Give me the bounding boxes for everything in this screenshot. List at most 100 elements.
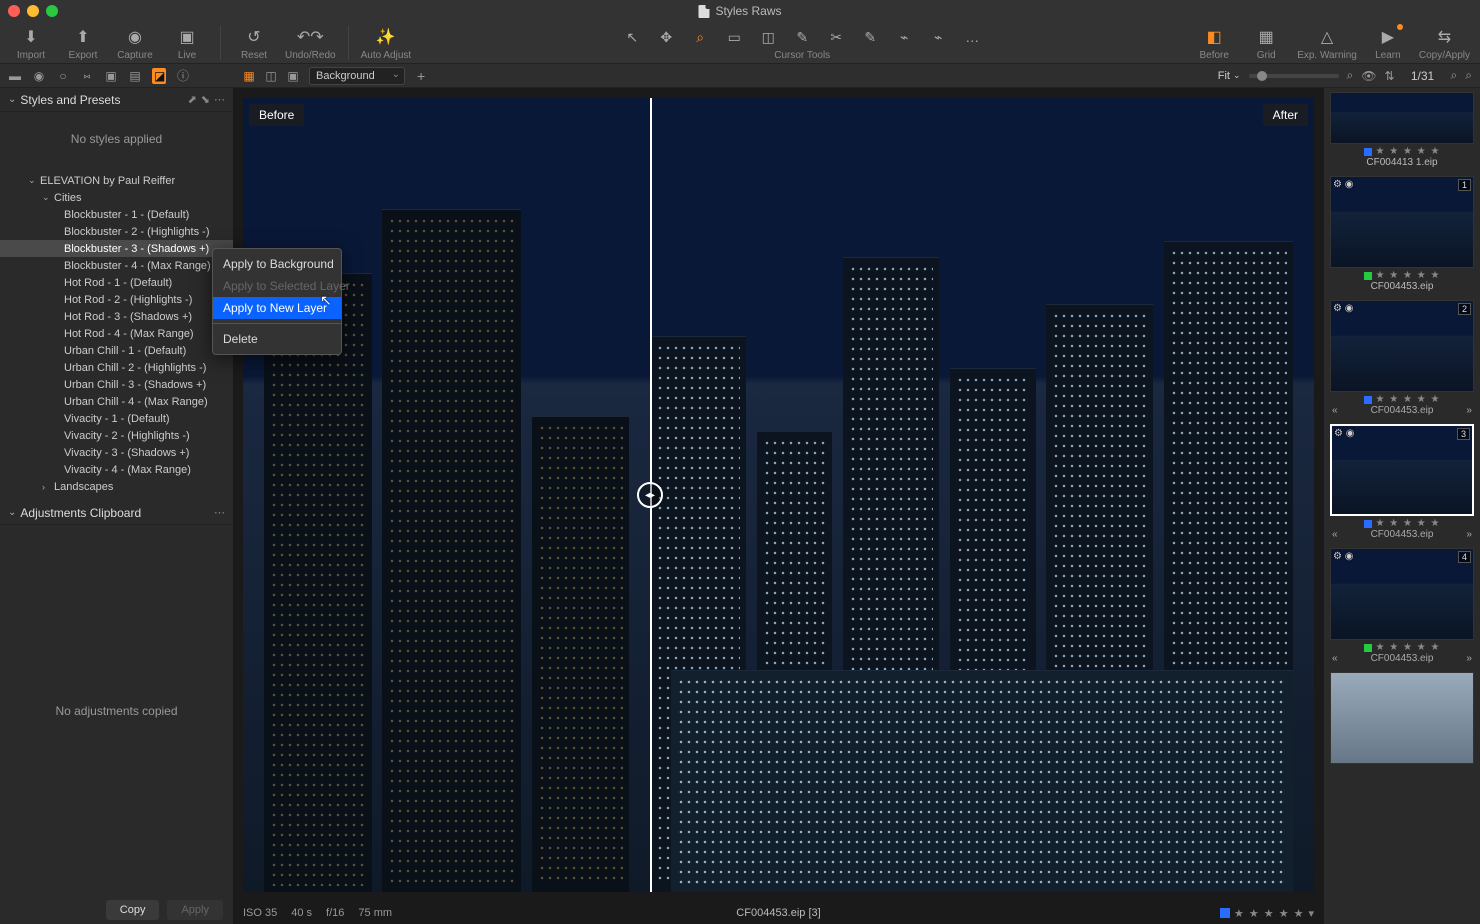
- style-item[interactable]: Blockbuster - 2 - (Highlights -): [0, 223, 233, 240]
- tool-tab-4[interactable]: ▣: [104, 69, 118, 83]
- minimize-window-button[interactable]: [27, 5, 39, 17]
- thumbnail-image[interactable]: [1330, 92, 1474, 144]
- thumb-rating-row[interactable]: ★ ★ ★ ★ ★: [1330, 146, 1474, 157]
- thumbnail[interactable]: 2⚙ ◉★ ★ ★ ★ ★«CF004453.eip»: [1330, 300, 1474, 416]
- disclosure-icon[interactable]: ›: [42, 482, 50, 492]
- style-item[interactable]: Hot Rod - 3 - (Shadows +): [0, 308, 233, 325]
- layer-dropdown[interactable]: Background: [309, 67, 405, 85]
- disclosure-icon[interactable]: ⌄: [42, 192, 50, 203]
- thumb-rating-row[interactable]: ★ ★ ★ ★ ★: [1330, 642, 1474, 653]
- panel-menu-icon[interactable]: ⋯: [214, 506, 225, 519]
- thumbnail-image[interactable]: 3⚙ ◉: [1330, 424, 1474, 516]
- tool-tab-7[interactable]: ⓘ: [176, 67, 190, 84]
- style-item[interactable]: Vivacity - 1 - (Default): [0, 410, 233, 427]
- star-rating[interactable]: ★ ★ ★ ★ ★: [1376, 394, 1441, 405]
- autoadjust-button[interactable]: ✨Auto Adjust: [361, 26, 412, 61]
- style-item[interactable]: Urban Chill - 1 - (Default): [0, 342, 233, 359]
- thumbnail-image[interactable]: 1⚙ ◉: [1330, 176, 1474, 268]
- sort-icon[interactable]: ⇅: [1384, 69, 1394, 83]
- capture-button[interactable]: ◉Capture: [114, 26, 156, 61]
- proof-view-icon[interactable]: 👁: [1361, 69, 1376, 83]
- tool-tab-5[interactable]: ▤: [128, 69, 142, 83]
- style-item[interactable]: Hot Rod - 4 - (Max Range): [0, 325, 233, 342]
- prev-variant-icon[interactable]: «: [1332, 653, 1338, 664]
- cursor-tool-4[interactable]: ◫: [757, 26, 779, 48]
- tool-tab-1[interactable]: ◉: [32, 69, 46, 83]
- undoredo-button[interactable]: ↶↷Undo/Redo: [285, 26, 336, 61]
- expwarn-button[interactable]: △Exp. Warning: [1297, 26, 1357, 61]
- tool-tab-3[interactable]: ⑅: [80, 69, 94, 83]
- cursor-tool-10[interactable]: …: [961, 26, 983, 48]
- star-rating[interactable]: ★ ★ ★ ★ ★: [1376, 518, 1441, 529]
- style-item[interactable]: Vivacity - 4 - (Max Range): [0, 461, 233, 478]
- learn-button[interactable]: ▶Learn: [1367, 26, 1409, 61]
- view-mode-2[interactable]: ▣: [285, 68, 301, 84]
- cursor-tool-6[interactable]: ✂: [825, 26, 847, 48]
- cursor-tool-5[interactable]: ✎: [791, 26, 813, 48]
- browser-search-icon[interactable]: ⌕: [1451, 68, 1458, 83]
- style-item[interactable]: Urban Chill - 3 - (Shadows +): [0, 376, 233, 393]
- prev-variant-icon[interactable]: «: [1332, 529, 1338, 540]
- maximize-window-button[interactable]: [46, 5, 58, 17]
- cursor-tool-1[interactable]: ✥: [655, 26, 677, 48]
- zoom-search-icon[interactable]: ⌕: [1347, 68, 1354, 83]
- disclosure-icon[interactable]: ⌄: [28, 175, 36, 186]
- tool-tab-2[interactable]: ○: [56, 69, 70, 83]
- apply-button[interactable]: Apply: [167, 900, 223, 920]
- before-button[interactable]: ◧Before: [1193, 26, 1235, 61]
- import-button[interactable]: ⬇Import: [10, 26, 52, 61]
- reset-button[interactable]: ↺Reset: [233, 26, 275, 61]
- star-rating[interactable]: ★ ★ ★ ★ ★: [1376, 270, 1441, 281]
- cursor-tool-7[interactable]: ✎: [859, 26, 881, 48]
- cursor-tool-2[interactable]: ⌕: [689, 26, 711, 48]
- style-item[interactable]: Hot Rod - 1 - (Default): [0, 274, 233, 291]
- style-item[interactable]: Blockbuster - 1 - (Default): [0, 206, 233, 223]
- thumb-rating-row[interactable]: ★ ★ ★ ★ ★: [1330, 518, 1474, 529]
- color-tag[interactable]: [1220, 908, 1230, 918]
- star-rating[interactable]: ★ ★ ★ ★ ★: [1376, 642, 1441, 653]
- star-rating[interactable]: ★ ★ ★ ★ ★: [1376, 146, 1441, 157]
- collapse-icon[interactable]: ⌄: [8, 94, 16, 105]
- tool-tab-0[interactable]: ▬: [8, 69, 22, 83]
- grid-button[interactable]: ▦Grid: [1245, 26, 1287, 61]
- style-item[interactable]: Blockbuster - 4 - (Max Range): [0, 257, 233, 274]
- thumbnail[interactable]: 1⚙ ◉★ ★ ★ ★ ★CF004453.eip: [1330, 176, 1474, 292]
- zoom-slider[interactable]: [1249, 74, 1339, 78]
- style-item[interactable]: Vivacity - 3 - (Shadows +): [0, 444, 233, 461]
- thumbnail[interactable]: 4⚙ ◉★ ★ ★ ★ ★«CF004453.eip»: [1330, 548, 1474, 664]
- color-tag[interactable]: [1364, 396, 1372, 404]
- thumbnail[interactable]: [1330, 672, 1474, 764]
- panel-menu-icon[interactable]: ⋯: [214, 93, 225, 106]
- style-item[interactable]: Urban Chill - 4 - (Max Range): [0, 393, 233, 410]
- collapse-icon[interactable]: ⌄: [8, 507, 16, 518]
- image-canvas[interactable]: Before After ◂▸: [243, 98, 1314, 892]
- live-button[interactable]: ▣Live: [166, 26, 208, 61]
- style-item[interactable]: Urban Chill - 2 - (Highlights -): [0, 359, 233, 376]
- view-mode-0[interactable]: ▦: [241, 68, 257, 84]
- thumb-rating-row[interactable]: ★ ★ ★ ★ ★: [1330, 394, 1474, 405]
- cursor-tool-8[interactable]: ⌁: [893, 26, 915, 48]
- color-tag[interactable]: [1364, 644, 1372, 652]
- thumbnail-image[interactable]: [1330, 672, 1474, 764]
- cursor-tool-9[interactable]: ⌁: [927, 26, 949, 48]
- cursor-tool-3[interactable]: ▭: [723, 26, 745, 48]
- copy-button[interactable]: Copy: [106, 900, 160, 920]
- next-variant-icon[interactable]: »: [1466, 529, 1472, 540]
- tool-tab-6[interactable]: ◪: [152, 68, 166, 84]
- next-variant-icon[interactable]: »: [1466, 405, 1472, 416]
- thumbnail[interactable]: 3⚙ ◉★ ★ ★ ★ ★«CF004453.eip»: [1330, 424, 1474, 540]
- tree-group-landscapes[interactable]: ›Landscapes: [0, 478, 233, 495]
- tree-group-cities[interactable]: ⌄Cities: [0, 189, 233, 206]
- thumbnail-image[interactable]: 2⚙ ◉: [1330, 300, 1474, 392]
- rating-dropdown-icon[interactable]: ▾: [1308, 907, 1314, 920]
- close-window-button[interactable]: [8, 5, 20, 17]
- cursor-tool-0[interactable]: ↖: [621, 26, 643, 48]
- color-tag[interactable]: [1364, 148, 1372, 156]
- next-variant-icon[interactable]: »: [1466, 653, 1472, 664]
- thumb-rating-row[interactable]: ★ ★ ★ ★ ★: [1330, 270, 1474, 281]
- view-mode-1[interactable]: ◫: [263, 68, 279, 84]
- add-layer-button[interactable]: +: [413, 68, 429, 84]
- paste-style-icon[interactable]: ⬈: [188, 93, 197, 106]
- copy-style-icon[interactable]: ⬊: [201, 93, 210, 106]
- star-rating[interactable]: ★ ★ ★ ★ ★: [1234, 907, 1305, 920]
